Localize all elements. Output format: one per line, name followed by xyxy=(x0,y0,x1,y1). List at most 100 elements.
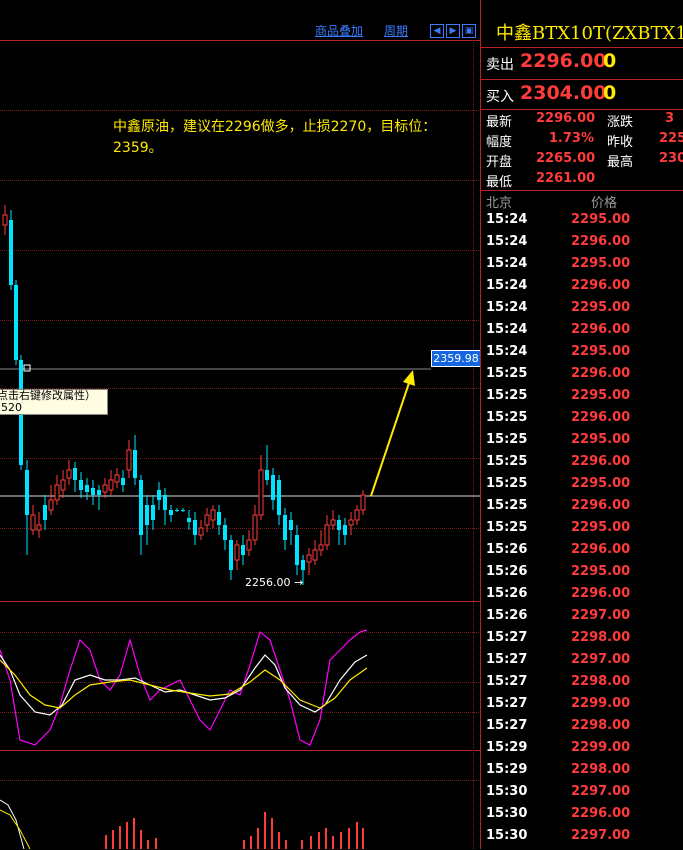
tick-price: 2298.00 xyxy=(571,762,631,777)
candle-body xyxy=(102,484,108,493)
candle-body xyxy=(301,560,305,570)
tick-time: 15:25 xyxy=(486,410,528,425)
volume-bars xyxy=(0,799,364,849)
candle-body xyxy=(175,510,179,511)
tick-time: 15:26 xyxy=(486,564,528,579)
kdj-d-line xyxy=(0,659,368,709)
tick-price: 2295.00 xyxy=(571,300,631,315)
volume-bar xyxy=(340,832,342,849)
tick-price: 2295.00 xyxy=(571,564,631,579)
tick-price: 2298.00 xyxy=(571,674,631,689)
kdj-k-line xyxy=(0,654,368,716)
candle-body xyxy=(133,450,137,478)
candle-body xyxy=(126,449,132,471)
tick-price: 2296.00 xyxy=(571,410,631,425)
candle-body xyxy=(348,519,354,526)
volume-bar xyxy=(264,812,266,849)
tick-time: 15:24 xyxy=(486,322,528,337)
tick-time: 15:25 xyxy=(486,476,528,491)
volume-bar xyxy=(126,822,128,849)
tick-price: 2297.00 xyxy=(571,828,631,843)
candle-body xyxy=(181,510,185,511)
open-label: 开盘 xyxy=(486,155,513,170)
candle-body xyxy=(43,505,47,520)
tick-price: 2295.00 xyxy=(571,432,631,447)
tick-price: 2295.00 xyxy=(571,476,631,491)
volume-bar xyxy=(362,828,364,849)
trade-annotation[interactable]: 中鑫原油，建议在2296做多，止损2270，目标位： 2359。 xyxy=(113,117,468,159)
sell-price: 2296.00 xyxy=(520,50,607,72)
tick-time: 15:26 xyxy=(486,608,528,623)
volume-bar xyxy=(155,838,157,849)
tick-row: 15:25 2295.00 xyxy=(481,476,683,498)
tick-row: 15:29 2298.00 xyxy=(481,762,683,784)
candle-body xyxy=(91,488,95,495)
candle-body xyxy=(265,470,269,480)
candle-body xyxy=(204,514,210,526)
candle-body xyxy=(234,544,240,561)
panel-separator xyxy=(481,190,683,191)
tick-row: 15:25 2296.00 xyxy=(481,410,683,432)
tick-price: 2295.00 xyxy=(571,388,631,403)
tick-price: 2296.00 xyxy=(571,234,631,249)
tick-time: 15:25 xyxy=(486,454,528,469)
tick-row: 15:24 2295.00 xyxy=(481,344,683,366)
candle-body xyxy=(343,525,347,535)
tick-time: 15:27 xyxy=(486,718,528,733)
tick-row: 15:24 2296.00 xyxy=(481,278,683,300)
candle-body xyxy=(252,514,258,541)
volume-ma-line xyxy=(0,799,25,849)
candle-body xyxy=(48,499,54,511)
tick-time: 15:24 xyxy=(486,344,528,359)
tick-price: 2295.00 xyxy=(571,212,631,227)
tick-time: 15:24 xyxy=(486,300,528,315)
candle-body xyxy=(108,479,114,491)
candle-body xyxy=(9,220,13,285)
tick-time: 15:27 xyxy=(486,630,528,645)
target-price-tag[interactable]: 2359.98 xyxy=(431,350,481,367)
candle-body xyxy=(295,535,299,565)
candle-body xyxy=(337,520,341,530)
tick-price: 2296.00 xyxy=(571,278,631,293)
tick-price: 2298.00 xyxy=(571,718,631,733)
tick-row: 15:24 2295.00 xyxy=(481,212,683,234)
candle-body xyxy=(36,524,42,531)
volume-bar xyxy=(257,828,259,849)
tick-price: 2296.00 xyxy=(571,322,631,337)
candle-body xyxy=(121,478,125,485)
tick-price: 2296.00 xyxy=(571,366,631,381)
tick-row: 15:26 2295.00 xyxy=(481,564,683,586)
tick-time: 15:30 xyxy=(486,784,528,799)
tick-row: 15:25 2295.00 xyxy=(481,388,683,410)
quote-panel: 中鑫BTX10T(ZXBTX10T 卖出 2296.00 0 买入 2304.0… xyxy=(481,0,683,849)
tick-time: 15:27 xyxy=(486,696,528,711)
instrument-title: 中鑫BTX10T(ZXBTX10T xyxy=(496,23,683,44)
tick-row: 15:24 2296.00 xyxy=(481,322,683,344)
tick-row: 15:25 2296.00 xyxy=(481,498,683,520)
change-value: 3 xyxy=(665,111,675,126)
tick-time: 15:25 xyxy=(486,498,528,513)
tooltip-line-2: 520 xyxy=(1,401,22,414)
candle-body xyxy=(66,469,72,479)
tick-header-price: 价格 xyxy=(591,196,618,211)
candle-body xyxy=(354,509,360,521)
candle-body xyxy=(187,518,191,522)
low-price-value: 2256.00 xyxy=(245,576,291,589)
candle-body xyxy=(198,527,204,536)
candle-body xyxy=(151,505,155,520)
kline-chart[interactable]: 商品叠加 周期 ◀ ▶ ▣ 中鑫原油，建议在2296做多，止损2270，目标位：… xyxy=(0,0,481,849)
candle-body xyxy=(318,544,324,551)
candle-body xyxy=(312,549,318,561)
candle-body xyxy=(97,490,101,495)
tick-price: 2295.00 xyxy=(571,256,631,271)
candle-body xyxy=(229,540,233,570)
tick-row: 15:27 2298.00 xyxy=(481,630,683,652)
tick-row: 15:26 2296.00 xyxy=(481,542,683,564)
target-arrow-head xyxy=(403,370,415,386)
line-anchor-handle xyxy=(23,364,31,372)
candle-body xyxy=(30,514,36,531)
candle-body xyxy=(54,484,60,501)
tick-price: 2298.00 xyxy=(571,630,631,645)
candle-body xyxy=(157,490,161,500)
sell-label: 卖出 xyxy=(486,57,514,73)
